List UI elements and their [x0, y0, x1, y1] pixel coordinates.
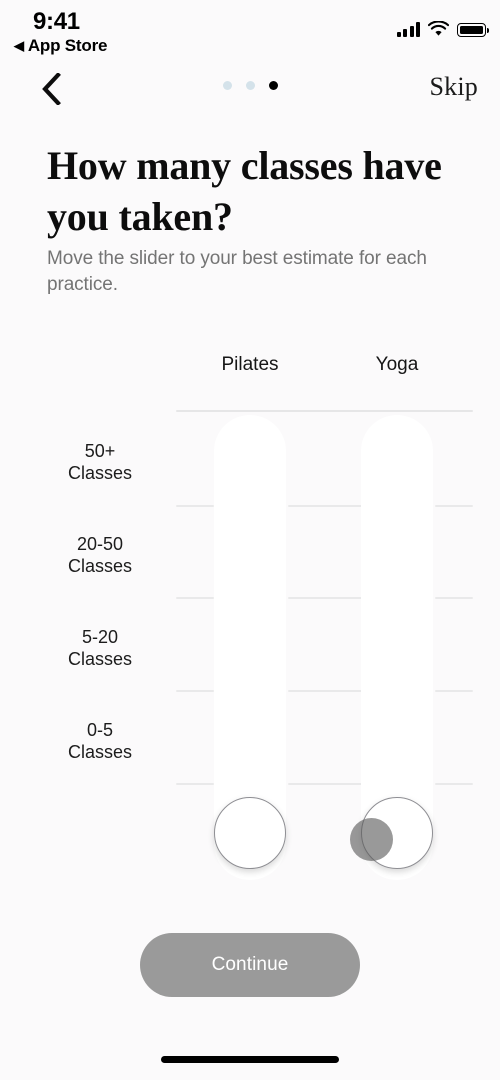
home-indicator: [161, 1056, 339, 1063]
gridline-3-left: [176, 690, 214, 692]
column-header-pilates: Pilates: [221, 354, 279, 375]
back-triangle-icon: ◀: [14, 37, 24, 53]
gridline-4-left: [176, 783, 214, 785]
page-title: How many classes have you taken?: [47, 143, 442, 240]
return-to-app-store-link[interactable]: ◀ App Store: [14, 36, 107, 56]
gridline-1-mid: [288, 505, 362, 507]
axis-label-line2: Classes: [67, 463, 133, 484]
axis-label-20-50: 20-50 Classes: [20, 533, 180, 578]
axis-label-5-20: 5-20 Classes: [20, 626, 180, 671]
page-subtitle: Move the slider to your best estimate fo…: [47, 248, 427, 295]
page-dot-3-active[interactable]: [268, 81, 278, 90]
gridline-1-right: [435, 505, 473, 507]
gridline-3-right: [435, 690, 473, 692]
battery-full-icon: [457, 23, 489, 37]
axis-label-0-5: 0-5 Classes: [20, 719, 180, 764]
slider-chart: Pilates Yoga 50+ Classes 20-50 Classes 5…: [0, 340, 500, 900]
status-bar-icons: [396, 17, 489, 37]
cellular-signal-icon: [396, 22, 420, 37]
status-bar-time: 9:41: [33, 8, 80, 35]
axis-label-line1: 50+: [84, 441, 116, 461]
gridline-3-mid: [288, 690, 362, 692]
gridline-top: [176, 410, 473, 412]
axis-label-50-plus: 50+ Classes: [20, 440, 180, 485]
page-dot-2[interactable]: [245, 81, 255, 90]
page-indicator-dots: [0, 81, 500, 90]
gridline-2-mid: [288, 597, 362, 599]
axis-label-line2: Classes: [67, 649, 133, 670]
gridline-1-left: [176, 505, 214, 507]
axis-label-line1: 0-5: [86, 720, 113, 740]
axis-label-line1: 5-20: [81, 627, 119, 647]
skip-button[interactable]: Skip: [430, 72, 478, 102]
gridline-4-right: [435, 783, 473, 785]
axis-label-line2: Classes: [67, 742, 133, 763]
return-app-label: App Store: [27, 36, 108, 55]
wifi-icon: [427, 20, 450, 37]
continue-button[interactable]: Continue: [140, 933, 360, 997]
slider-thumb-pilates[interactable]: [214, 797, 286, 869]
axis-label-line1: 20-50: [76, 534, 124, 554]
touch-indicator-icon: [350, 818, 393, 861]
gridline-2-right: [435, 597, 473, 599]
navigation-bar: Skip: [0, 62, 500, 118]
column-header-yoga: Yoga: [375, 354, 419, 375]
status-bar: 9:41 ◀ App Store: [0, 0, 500, 60]
axis-label-line2: Classes: [67, 556, 133, 577]
page-dot-1[interactable]: [222, 81, 232, 90]
gridline-4-mid: [288, 783, 362, 785]
gridline-2-left: [176, 597, 214, 599]
